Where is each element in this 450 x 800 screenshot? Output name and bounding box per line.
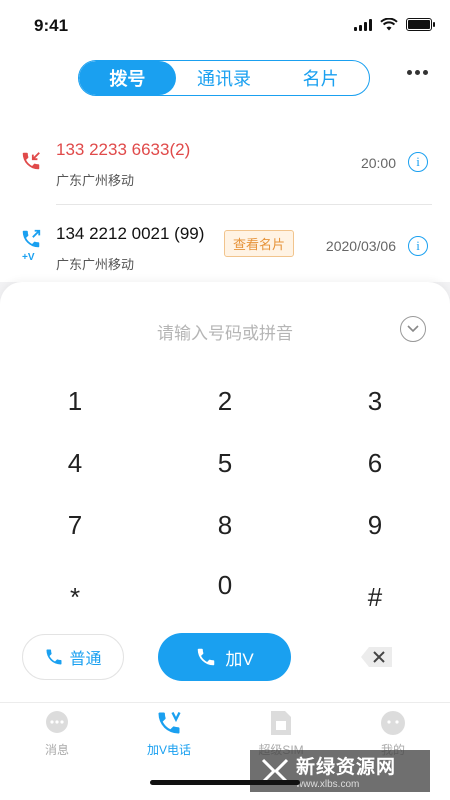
v-call-label: +V	[22, 252, 35, 263]
key-0[interactable]: 0	[190, 560, 260, 610]
info-icon[interactable]: i	[408, 236, 428, 256]
call-location: 广东广州移动	[56, 173, 135, 188]
status-time: 9:41	[34, 16, 69, 35]
key-5[interactable]: 5	[190, 438, 260, 488]
outgoing-call-icon	[22, 229, 41, 248]
call-number: 133 2233 6633(2)	[56, 140, 191, 159]
message-icon	[43, 709, 71, 737]
status-icons	[354, 18, 435, 31]
key-hash[interactable]: #	[340, 572, 410, 622]
key-star[interactable]: *	[40, 572, 110, 622]
tab-label: 加V电话	[146, 743, 191, 757]
more-icon[interactable]	[407, 70, 428, 75]
call-time: 20:00	[360, 155, 396, 171]
battery-icon	[406, 18, 435, 31]
tab-dial[interactable]: 拨号	[79, 61, 176, 95]
number-input[interactable]: 请输入号码或拼音	[0, 319, 450, 344]
view-card-badge[interactable]: 查看名片	[224, 230, 295, 257]
call-time: 2020/03/06	[325, 238, 396, 254]
watermark-title: 新绿资源网	[296, 757, 397, 778]
call-log-item[interactable]: 133 2233 6633(2) 广东广州移动 20:00 i	[0, 130, 450, 210]
key-6[interactable]: 6	[340, 438, 410, 488]
tab-label: 消息	[44, 743, 69, 757]
missed-call-icon	[22, 152, 40, 170]
key-2[interactable]: 2	[190, 376, 260, 426]
dialpad-panel: 请输入号码或拼音 1 2 3 4 5 6 7 8 9 * 0 # 普通 加V	[0, 282, 450, 702]
normal-call-button[interactable]: 普通	[22, 634, 124, 680]
backspace-icon[interactable]	[360, 646, 394, 668]
key-8[interactable]: 8	[190, 500, 260, 550]
watermark-url: www.xlbs.com	[296, 779, 360, 790]
home-indicator[interactable]	[150, 780, 300, 785]
phone-icon	[198, 648, 215, 666]
call-location: 广东广州移动	[56, 257, 135, 272]
key-3[interactable]: 3	[340, 376, 410, 426]
watermark: 新绿资源网 www.xlbs.com	[250, 750, 430, 792]
key-4[interactable]: 4	[40, 438, 110, 488]
divider	[56, 204, 432, 205]
signal-icon	[354, 18, 372, 31]
tab-v-phone[interactable]: 加V电话	[124, 709, 214, 758]
tab-contacts[interactable]: 通讯录	[176, 61, 273, 95]
tab-cards[interactable]: 名片	[272, 61, 369, 95]
segmented-tabs: 拨号 通讯录 名片	[78, 60, 370, 96]
chevron-down-icon[interactable]	[400, 316, 426, 342]
wifi-icon	[380, 18, 398, 31]
phone-icon	[46, 649, 62, 665]
key-7[interactable]: 7	[40, 500, 110, 550]
info-icon[interactable]: i	[408, 152, 428, 172]
normal-call-label: 普通	[69, 651, 102, 668]
call-number: 134 2212 0021 (99)	[56, 224, 205, 243]
sim-icon	[267, 709, 295, 737]
status-bar: 9:41	[0, 0, 450, 50]
v-call-label: 加V	[225, 649, 254, 669]
key-9[interactable]: 9	[340, 500, 410, 550]
tab-messages[interactable]: 消息	[12, 709, 102, 758]
phone-v-icon	[155, 709, 183, 737]
profile-icon	[379, 709, 407, 737]
key-1[interactable]: 1	[40, 376, 110, 426]
v-call-button[interactable]: 加V	[158, 633, 291, 681]
